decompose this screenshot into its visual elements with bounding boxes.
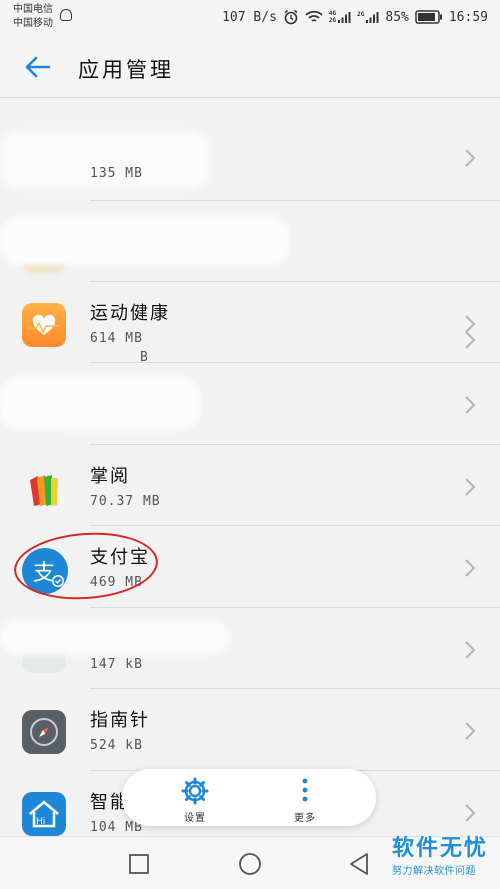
notification-icon	[60, 9, 72, 21]
carrier-1: 中国电信	[13, 4, 53, 15]
divider	[90, 525, 500, 526]
back-arrow-icon[interactable]	[22, 52, 52, 82]
chevron-right-icon	[465, 315, 476, 333]
settings-label: 设置	[184, 813, 206, 824]
chevron-right-icon	[465, 559, 476, 577]
redacted-region	[0, 619, 230, 655]
app-name: 指南针	[90, 710, 150, 731]
heart-icon	[22, 303, 66, 347]
page-title: 应用管理	[78, 58, 174, 82]
signal-4g-icon: 4G 2G	[329, 10, 351, 24]
app-name: 掌阅	[90, 466, 130, 487]
home-icon: Hi	[22, 792, 66, 836]
compass-icon	[22, 710, 66, 754]
chevron-right-icon	[465, 722, 476, 740]
chevron-right-icon	[465, 149, 476, 167]
chevron-right-icon	[465, 478, 476, 496]
home-button-icon[interactable]	[238, 852, 262, 876]
gear-icon	[181, 777, 209, 805]
app-size: 614 MB	[90, 331, 143, 346]
carrier-info: 中国电信 中国移动	[13, 3, 53, 31]
divider	[90, 281, 500, 282]
chevron-right-icon	[465, 804, 476, 822]
divider	[90, 200, 500, 201]
app-name: 运动健康	[90, 303, 170, 324]
signal-4g-top: 4G	[328, 10, 337, 17]
status-bar: 中国电信 中国移动 107 B/s 4G 2G 2G 85% 16:59	[0, 0, 500, 34]
clock: 16:59	[448, 9, 488, 25]
redacted-region	[0, 216, 290, 266]
chevron-right-icon	[465, 641, 476, 659]
recent-apps-icon[interactable]	[128, 853, 150, 875]
network-speed: 107 B/s	[222, 9, 277, 25]
carrier-2: 中国移动	[13, 18, 53, 29]
floating-menu: 设置 更多	[122, 769, 376, 826]
settings-button[interactable]: 设置	[160, 775, 230, 824]
divider	[90, 362, 500, 363]
watermark: 软件无忧 努力解决软件问题	[392, 830, 488, 877]
battery-percent: 85%	[385, 9, 409, 25]
wifi-icon	[305, 10, 323, 22]
app-size: 70.37 MB	[90, 494, 161, 509]
battery-icon	[415, 10, 442, 24]
divider	[90, 607, 500, 608]
app-size: 147 kB	[90, 657, 143, 672]
watermark-tagline: 努力解决软件问题	[391, 866, 476, 877]
back-nav-icon[interactable]	[348, 852, 370, 876]
watermark-brand: 软件无忧	[391, 836, 488, 861]
redacted-region	[0, 130, 210, 190]
app-size: 524 kB	[90, 738, 143, 753]
redacted-region	[0, 376, 200, 431]
signal-2g-icon: 2G	[357, 11, 379, 24]
app-size: 135 MB	[90, 166, 143, 181]
divider	[90, 688, 500, 689]
status-indicators: 107 B/s 4G 2G 2G 85% 16:59	[222, 8, 488, 26]
svg-text:Hi: Hi	[36, 817, 45, 827]
signal-2g-label: 2G	[357, 10, 365, 18]
more-label: 更多	[294, 813, 316, 824]
divider	[90, 444, 500, 445]
app-bar: 应用管理	[0, 34, 500, 98]
alarm-icon	[284, 9, 298, 25]
book-icon	[22, 466, 66, 510]
chevron-right-icon	[465, 396, 476, 414]
more-button[interactable]: 更多	[270, 775, 340, 824]
signal-4g-bottom: 2G	[328, 17, 337, 24]
more-vertical-icon	[302, 778, 308, 802]
